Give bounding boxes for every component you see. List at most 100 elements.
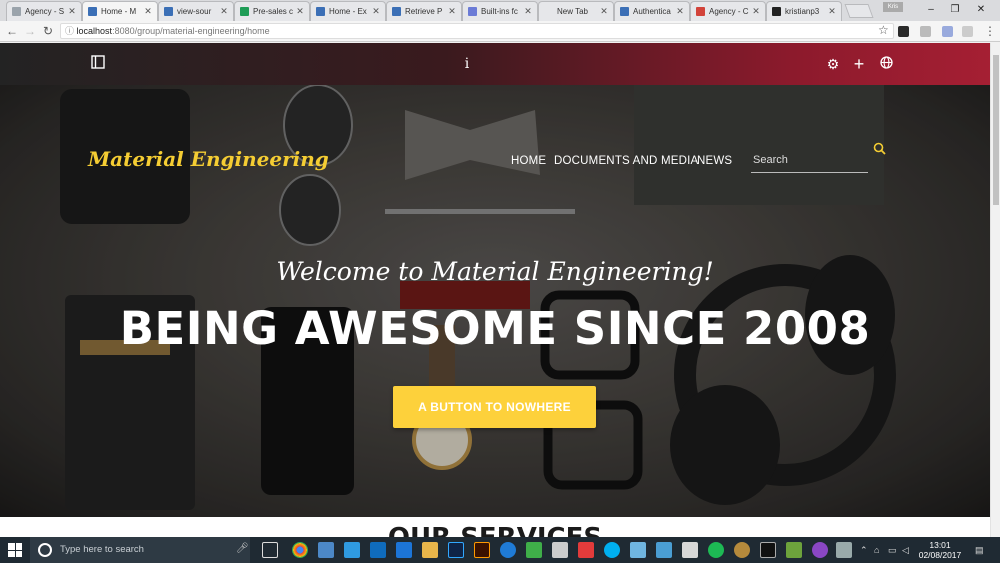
- tab-favicon-icon: [620, 7, 629, 16]
- forward-icon[interactable]: →: [22, 23, 38, 39]
- extension-icon[interactable]: [942, 26, 953, 37]
- ie-icon[interactable]: [500, 542, 516, 558]
- browser-tab[interactable]: New Tab ✕: [538, 1, 614, 21]
- browser-tab[interactable]: Retrieve P ✕: [386, 1, 462, 21]
- app-icon[interactable]: [630, 542, 646, 558]
- tab-favicon-icon: [544, 7, 553, 16]
- scrollbar-thumb[interactable]: [993, 55, 999, 205]
- extension-icon[interactable]: [920, 26, 931, 37]
- extension-icon[interactable]: [898, 26, 909, 37]
- tab-favicon-icon: [240, 7, 249, 16]
- back-icon[interactable]: ←: [4, 23, 20, 39]
- tab-close-icon[interactable]: ✕: [295, 6, 305, 17]
- search-icon[interactable]: [873, 142, 887, 156]
- tab-close-icon[interactable]: ✕: [675, 6, 685, 17]
- tab-close-icon[interactable]: ✕: [827, 6, 837, 17]
- tab-label: Home - Ex: [329, 7, 367, 16]
- tab-close-icon[interactable]: ✕: [599, 6, 609, 17]
- sidebar-toggle-icon[interactable]: [89, 55, 107, 73]
- browser-tab[interactable]: Authentica ✕: [614, 1, 690, 21]
- site-logo[interactable]: Material Engineering: [88, 147, 329, 171]
- add-icon[interactable]: +: [850, 55, 868, 73]
- close-window-icon[interactable]: ✕: [968, 2, 994, 18]
- spotify-icon[interactable]: [708, 542, 724, 558]
- task-view-icon[interactable]: [262, 542, 278, 558]
- page-scrollbar[interactable]: [990, 43, 1000, 537]
- notifications-icon[interactable]: ▤: [975, 545, 984, 556]
- bookmark-star-icon[interactable]: ☆: [878, 23, 889, 37]
- cortana-icon[interactable]: [38, 543, 52, 557]
- tab-label: Home - M: [101, 7, 137, 16]
- android-studio-icon[interactable]: [526, 542, 542, 558]
- clock-date: 02/08/2017: [918, 550, 962, 560]
- tab-label: Retrieve P: [405, 7, 443, 16]
- tab-close-icon[interactable]: ✕: [143, 6, 153, 17]
- file-explorer-icon[interactable]: [422, 542, 438, 558]
- browser-tab[interactable]: Agency - C ✕: [690, 1, 766, 21]
- app-icon[interactable]: [836, 542, 852, 558]
- nav-documents-and-media[interactable]: DOCUMENTS AND MEDIA: [554, 155, 698, 167]
- taskbar-search[interactable]: Type here to search 🎤︎: [30, 537, 250, 563]
- photoshop-icon[interactable]: [448, 542, 464, 558]
- search-input[interactable]: Search: [751, 149, 868, 173]
- tab-strip: Agency - S ✕ Home - M ✕ view-sour ✕ Pre-sales …: [0, 0, 1000, 21]
- battery-icon[interactable]: ▭: [888, 545, 897, 556]
- terminal-icon[interactable]: [760, 542, 776, 558]
- browser-tab[interactable]: Built-ins fc ✕: [462, 1, 538, 21]
- app-icon[interactable]: [656, 542, 672, 558]
- nav-home[interactable]: HOME: [511, 155, 546, 167]
- nav-news[interactable]: NEWS: [697, 155, 732, 167]
- app-icon[interactable]: [786, 542, 802, 558]
- tray-chevron-icon[interactable]: ⌃: [860, 545, 868, 556]
- cta-button[interactable]: A BUTTON TO NOWHERE: [393, 386, 596, 428]
- tab-close-icon[interactable]: ✕: [751, 6, 761, 17]
- tab-favicon-icon: [88, 7, 97, 16]
- menu-icon[interactable]: ⋮: [982, 23, 998, 39]
- network-app-icon[interactable]: [318, 542, 334, 558]
- address-bar[interactable]: ⓘ localhost:8080/group/material-engineer…: [60, 23, 894, 39]
- browser-tab[interactable]: Home - Ex ✕: [310, 1, 386, 21]
- network-icon[interactable]: ⌂: [874, 545, 879, 555]
- tab-favicon-icon: [316, 7, 325, 16]
- tab-close-icon[interactable]: ✕: [523, 6, 533, 17]
- windows-start-icon[interactable]: [8, 543, 22, 557]
- windows-taskbar: Type here to search 🎤︎ ⌃ ⌂ ▭ ◁ 13:01 02/…: [0, 537, 1000, 563]
- info-icon[interactable]: i: [458, 55, 476, 73]
- tab-close-icon[interactable]: ✕: [371, 6, 381, 17]
- app-icon[interactable]: [552, 542, 568, 558]
- extension-icon[interactable]: [962, 26, 973, 37]
- browser-tab[interactable]: kristianp3 ✕: [766, 1, 842, 21]
- browser-tab[interactable]: view-sour ✕: [158, 1, 234, 21]
- info-icon[interactable]: ⓘ: [65, 26, 74, 36]
- browser-tab[interactable]: Agency - S ✕: [6, 1, 82, 21]
- edge-icon[interactable]: [396, 542, 412, 558]
- profile-badge[interactable]: Kris: [883, 2, 903, 12]
- tab-label: Pre-sales c: [253, 7, 294, 16]
- hero-banner: Material Engineering HOME DOCUMENTS AND …: [0, 85, 990, 517]
- settings-app-icon[interactable]: [734, 542, 750, 558]
- new-tab-button[interactable]: [844, 4, 874, 18]
- tab-close-icon[interactable]: ✕: [219, 6, 229, 17]
- volume-icon[interactable]: ◁: [902, 545, 909, 556]
- browser-tab[interactable]: Home - M ✕: [82, 1, 158, 21]
- browser-tab[interactable]: Pre-sales c ✕: [234, 1, 310, 21]
- globe-icon[interactable]: [877, 55, 895, 73]
- tab-close-icon[interactable]: ✕: [447, 6, 457, 17]
- chrome-icon[interactable]: [292, 542, 308, 558]
- gear-icon[interactable]: ⚙: [824, 55, 842, 73]
- tab-close-icon[interactable]: ✕: [67, 6, 77, 17]
- app-icon[interactable]: [812, 542, 828, 558]
- app-icon[interactable]: [682, 542, 698, 558]
- restore-icon[interactable]: ❐: [942, 2, 968, 18]
- tab-label: New Tab: [557, 7, 588, 16]
- illustrator-icon[interactable]: [474, 542, 490, 558]
- microphone-icon[interactable]: 🎤︎: [236, 543, 249, 554]
- lightning-app-icon[interactable]: [344, 542, 360, 558]
- outlook-icon[interactable]: [370, 542, 386, 558]
- app-icon[interactable]: [578, 542, 594, 558]
- taskbar-clock[interactable]: 13:01 02/08/2017: [915, 540, 965, 560]
- skype-icon[interactable]: [604, 542, 620, 558]
- minimize-icon[interactable]: –: [918, 2, 944, 18]
- tab-label: kristianp3: [785, 7, 820, 16]
- reload-icon[interactable]: ↻: [40, 23, 56, 39]
